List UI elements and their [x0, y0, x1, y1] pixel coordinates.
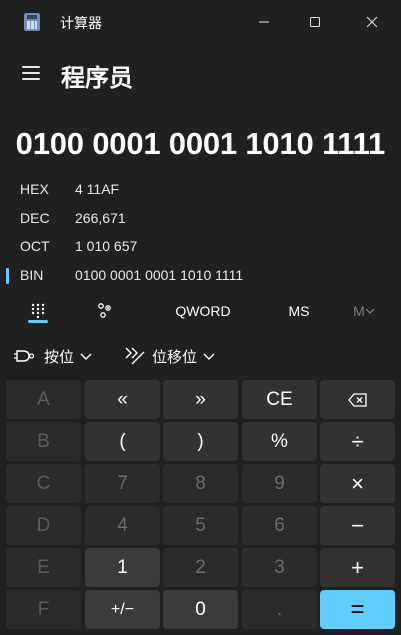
key-hex-a[interactable]: A	[6, 380, 81, 419]
radix-row-oct[interactable]: OCT 1 010 657	[0, 233, 401, 261]
key-one[interactable]: 1	[85, 548, 160, 587]
key-multiply[interactable]: ×	[320, 464, 395, 503]
key-two[interactable]: 2	[163, 548, 238, 587]
radix-value: 0100 0001 0001 1010 1111	[75, 267, 244, 283]
hamburger-icon	[22, 66, 40, 68]
minimize-button[interactable]	[244, 6, 284, 38]
logic-gate-icon	[14, 350, 35, 362]
key-nine[interactable]: 9	[242, 464, 317, 503]
radix-row-dec[interactable]: DEC 266,671	[0, 205, 401, 233]
key-hex-f[interactable]: F	[6, 590, 81, 629]
radix-label: DEC	[20, 210, 50, 226]
calculator-app-icon	[24, 13, 40, 31]
key-percent[interactable]: %	[242, 422, 317, 461]
radix-label: BIN	[20, 267, 44, 283]
key-divide[interactable]: ÷	[320, 422, 395, 461]
key-zero[interactable]: 0	[163, 590, 238, 629]
key-hex-b[interactable]: B	[6, 422, 81, 461]
maximize-button[interactable]	[295, 6, 335, 38]
minimize-icon	[259, 21, 269, 23]
memory-list-label: M	[353, 303, 365, 319]
bit-shift-dropdown[interactable]: 位移位	[124, 340, 215, 372]
bitwise-label: 按位	[44, 348, 75, 366]
bitwise-dropdown[interactable]: 按位	[14, 340, 92, 372]
key-right-paren[interactable]: )	[163, 422, 238, 461]
keypad-grid-icon	[31, 303, 45, 319]
key-seven[interactable]: 7	[85, 464, 160, 503]
radix-value: 1 010 657	[75, 238, 138, 254]
key-three[interactable]: 3	[242, 548, 317, 587]
key-clear-entry[interactable]: CE	[242, 380, 317, 419]
radix-row-bin[interactable]: BIN 0100 0001 0001 1010 1111	[0, 262, 401, 290]
memory-list-button[interactable]: M	[344, 296, 384, 326]
key-equals[interactable]: =	[320, 590, 395, 629]
chevron-down-icon	[80, 353, 92, 360]
display-value: 0100 0001 0001 1010 1111	[15, 126, 386, 161]
backspace-icon	[347, 392, 367, 407]
chevron-down-icon	[365, 308, 375, 314]
key-five[interactable]: 5	[163, 506, 238, 545]
key-minus[interactable]: −	[320, 506, 395, 545]
navigation-menu-button[interactable]	[14, 58, 48, 88]
radix-label: HEX	[20, 181, 49, 197]
window-title: 计算器	[60, 15, 102, 31]
key-left-paren[interactable]: (	[85, 422, 160, 461]
key-eight[interactable]: 8	[163, 464, 238, 503]
key-hex-c[interactable]: C	[6, 464, 81, 503]
radix-value: 266,671	[75, 210, 126, 226]
key-right-shift[interactable]: »	[163, 380, 238, 419]
bit-shift-icon	[125, 347, 145, 365]
title-bar: 计算器	[0, 0, 401, 44]
maximize-icon	[310, 17, 320, 27]
close-icon	[366, 16, 378, 28]
key-hex-d[interactable]: D	[6, 506, 81, 545]
key-backspace[interactable]	[320, 380, 395, 419]
key-left-shift[interactable]: «	[85, 380, 160, 419]
key-negate[interactable]: +/−	[85, 590, 160, 629]
key-plus[interactable]: +	[320, 548, 395, 587]
radix-value: 4 11AF	[75, 181, 120, 197]
word-size-button[interactable]: QWORD	[165, 296, 241, 326]
bit-toggle-icon	[98, 303, 111, 318]
mode-title: 程序员	[61, 65, 133, 92]
radix-row-hex[interactable]: HEX 4 11AF	[0, 176, 401, 204]
programmer-toolbar: QWORD MS M	[0, 294, 401, 328]
key-six[interactable]: 6	[242, 506, 317, 545]
close-button[interactable]	[352, 6, 392, 38]
key-hex-e[interactable]: E	[6, 548, 81, 587]
radix-label: OCT	[20, 238, 50, 254]
keypad: A « » CE B ( ) % ÷ C 7 8 9 × D 4 5 6 − E…	[6, 380, 399, 632]
chevron-down-icon	[203, 353, 215, 360]
key-four[interactable]: 4	[85, 506, 160, 545]
key-decimal[interactable]: .	[242, 590, 317, 629]
bit-toggling-keypad-button[interactable]	[90, 296, 120, 326]
active-keypad-indicator	[28, 320, 48, 323]
selected-radix-indicator	[6, 268, 9, 284]
bit-shift-label: 位移位	[152, 348, 198, 366]
memory-store-button[interactable]: MS	[278, 296, 320, 326]
